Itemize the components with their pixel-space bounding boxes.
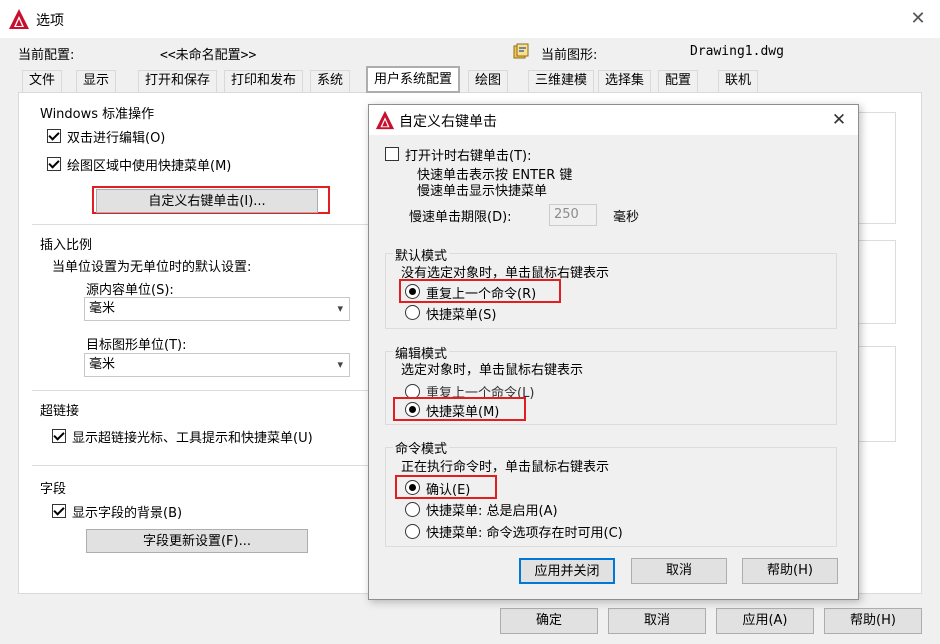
group-divider	[32, 224, 368, 225]
source-units-select[interactable]: 毫米 ▾	[84, 297, 350, 321]
chevron-down-icon: ▾	[337, 358, 343, 371]
right-group-frame	[858, 240, 896, 324]
command-menu-always-label: 快捷菜单: 总是启用(A)	[426, 504, 558, 519]
tab-user-preferences[interactable]: 用户系统配置	[366, 66, 461, 93]
slow-click-unit: 毫秒	[613, 210, 640, 225]
window-title: 选项	[36, 13, 64, 29]
drawing-file-icon	[513, 43, 529, 59]
drawing-label: 当前图形:	[541, 48, 598, 63]
command-menu-options-radio[interactable]	[405, 524, 420, 539]
default-repeat-last-radio[interactable]	[405, 284, 420, 299]
command-menu-always-radio[interactable]	[405, 502, 420, 517]
timed-right-click-checkbox[interactable]	[385, 147, 399, 161]
tab-profiles[interactable]: 配置	[658, 70, 699, 92]
hyperlink-cursor-checkbox[interactable]	[52, 429, 66, 443]
profile-label: 当前配置:	[18, 48, 75, 63]
profile-value: <<未命名配置>>	[160, 48, 257, 63]
source-units-value: 毫米	[89, 301, 116, 316]
ok-button[interactable]: 确定	[500, 608, 598, 634]
title-bar: 选项 ✕	[0, 0, 940, 38]
edit-shortcut-menu-label: 快捷菜单(M)	[426, 405, 500, 420]
tab-online[interactable]: 联机	[718, 70, 759, 92]
slow-click-duration-label: 慢速单击期限(D):	[409, 210, 512, 225]
dialog-help-button[interactable]: 帮助(H)	[742, 558, 838, 584]
double-click-edit-checkbox[interactable]	[47, 129, 61, 143]
field-title: 字段	[40, 482, 67, 497]
hyperlink-cursor-label: 显示超链接光标、工具提示和快捷菜单(U)	[72, 431, 313, 446]
field-background-checkbox[interactable]	[52, 504, 66, 518]
custom-right-click-button[interactable]: 自定义右键单击(I)...	[96, 189, 318, 213]
target-units-select[interactable]: 毫米 ▾	[84, 353, 350, 377]
tab-selection[interactable]: 选择集	[598, 70, 652, 92]
field-update-settings-button[interactable]: 字段更新设置(F)...	[86, 529, 308, 553]
cancel-button[interactable]: 取消	[608, 608, 706, 634]
autocad-logo-icon	[375, 110, 395, 130]
double-click-edit-label: 双击进行编辑(O)	[67, 131, 166, 146]
command-confirm-label: 确认(E)	[426, 483, 471, 498]
target-units-label: 目标图形单位(T):	[86, 338, 187, 353]
tab-plot-publish[interactable]: 打印和发布	[224, 70, 304, 92]
insert-scale-desc: 当单位设置为无单位时的默认设置:	[52, 260, 252, 275]
shortcut-menu-checkbox[interactable]	[47, 157, 61, 171]
timed-right-click-label: 打开计时右键单击(T):	[405, 149, 532, 164]
default-shortcut-menu-label: 快捷菜单(S)	[426, 308, 497, 323]
slow-click-duration-input[interactable]: 250	[549, 204, 597, 226]
dialog-cancel-button[interactable]: 取消	[631, 558, 727, 584]
custom-right-click-dialog: 自定义右键单击 ✕ 打开计时右键单击(T): 快速单击表示按 ENTER 键 慢…	[368, 104, 859, 600]
default-shortcut-menu-radio[interactable]	[405, 305, 420, 320]
dialog-title: 自定义右键单击	[399, 114, 497, 130]
tab-open-save[interactable]: 打开和保存	[138, 70, 218, 92]
edit-shortcut-menu-radio[interactable]	[405, 402, 420, 417]
right-group-frame	[858, 346, 896, 442]
group-divider	[32, 390, 368, 391]
shortcut-menu-label: 绘图区域中使用快捷菜单(M)	[67, 159, 232, 174]
apply-and-close-button[interactable]: 应用并关闭	[519, 558, 615, 584]
command-confirm-radio[interactable]	[405, 480, 420, 495]
insert-scale-title: 插入比例	[40, 238, 93, 253]
dialog-title-bar: 自定义右键单击 ✕	[369, 105, 858, 135]
command-mode-desc: 正在执行命令时，单击鼠标右键表示	[401, 460, 610, 475]
apply-button[interactable]: 应用(A)	[716, 608, 814, 634]
chevron-down-icon: ▾	[337, 302, 343, 315]
help-button[interactable]: 帮助(H)	[824, 608, 922, 634]
close-icon[interactable]: ✕	[904, 6, 932, 32]
autocad-logo-icon	[9, 9, 29, 29]
tab-display[interactable]: 显示	[76, 70, 117, 92]
slow-click-desc: 慢速单击显示快捷菜单	[417, 184, 548, 199]
command-mode-title: 命令模式	[393, 438, 450, 457]
right-group-frame	[858, 112, 896, 224]
tab-drafting[interactable]: 绘图	[468, 70, 509, 92]
tab-files[interactable]: 文件	[22, 70, 63, 92]
tab-3d-modeling[interactable]: 三维建模	[528, 70, 595, 92]
command-menu-options-label: 快捷菜单: 命令选项存在时可用(C)	[426, 526, 623, 541]
group-divider	[32, 465, 368, 466]
default-repeat-last-label: 重复上一个命令(R)	[426, 287, 537, 302]
hyperlink-title: 超链接	[40, 404, 80, 419]
edit-mode-desc: 选定对象时，单击鼠标右键表示	[401, 363, 584, 378]
target-units-value: 毫米	[89, 357, 116, 372]
windows-ops-title: Windows 标准操作	[40, 107, 155, 122]
field-background-label: 显示字段的背景(B)	[72, 506, 183, 521]
drawing-value: Drawing1.dwg	[690, 44, 784, 59]
source-units-label: 源内容单位(S):	[86, 283, 174, 298]
close-icon[interactable]: ✕	[825, 107, 853, 133]
tab-system[interactable]: 系统	[310, 70, 351, 92]
